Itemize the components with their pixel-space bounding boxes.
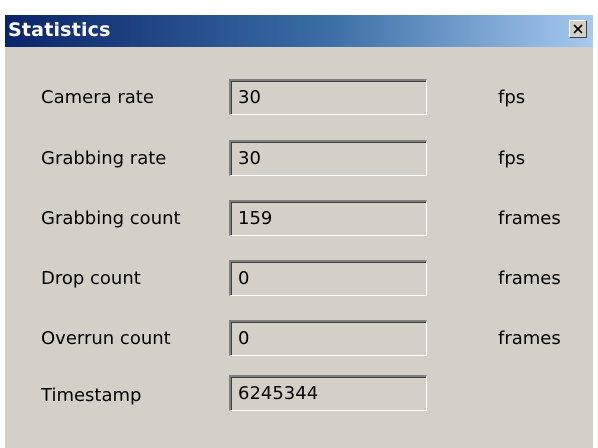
timestamp-field: 6245344 [229,375,427,411]
overrun-count-label: Overrun count [41,328,171,349]
drop-count-unit: frames [498,268,561,289]
drop-count-field: 0 [229,260,427,296]
camera-rate-field: 30 [229,79,427,115]
camera-rate-unit: fps [498,87,526,108]
close-button[interactable] [569,20,587,38]
grabbing-rate-field: 30 [229,140,427,176]
grabbing-count-label: Grabbing count [41,208,181,229]
overrun-count-field: 0 [229,320,427,356]
grabbing-rate-unit: fps [498,148,526,169]
timestamp-label: Timestamp [41,385,142,406]
overrun-count-unit: frames [498,328,561,349]
camera-rate-label: Camera rate [41,87,154,108]
grabbing-count-unit: frames [498,208,561,229]
statistics-dialog: Statistics Camera rate 30 fps Grabbing r… [5,15,593,448]
title-bar[interactable]: Statistics [5,15,593,47]
grabbing-count-field: 159 [229,200,427,236]
grabbing-rate-label: Grabbing rate [41,148,167,169]
drop-count-label: Drop count [41,268,141,289]
dialog-title: Statistics [8,19,111,41]
close-icon [573,24,583,34]
